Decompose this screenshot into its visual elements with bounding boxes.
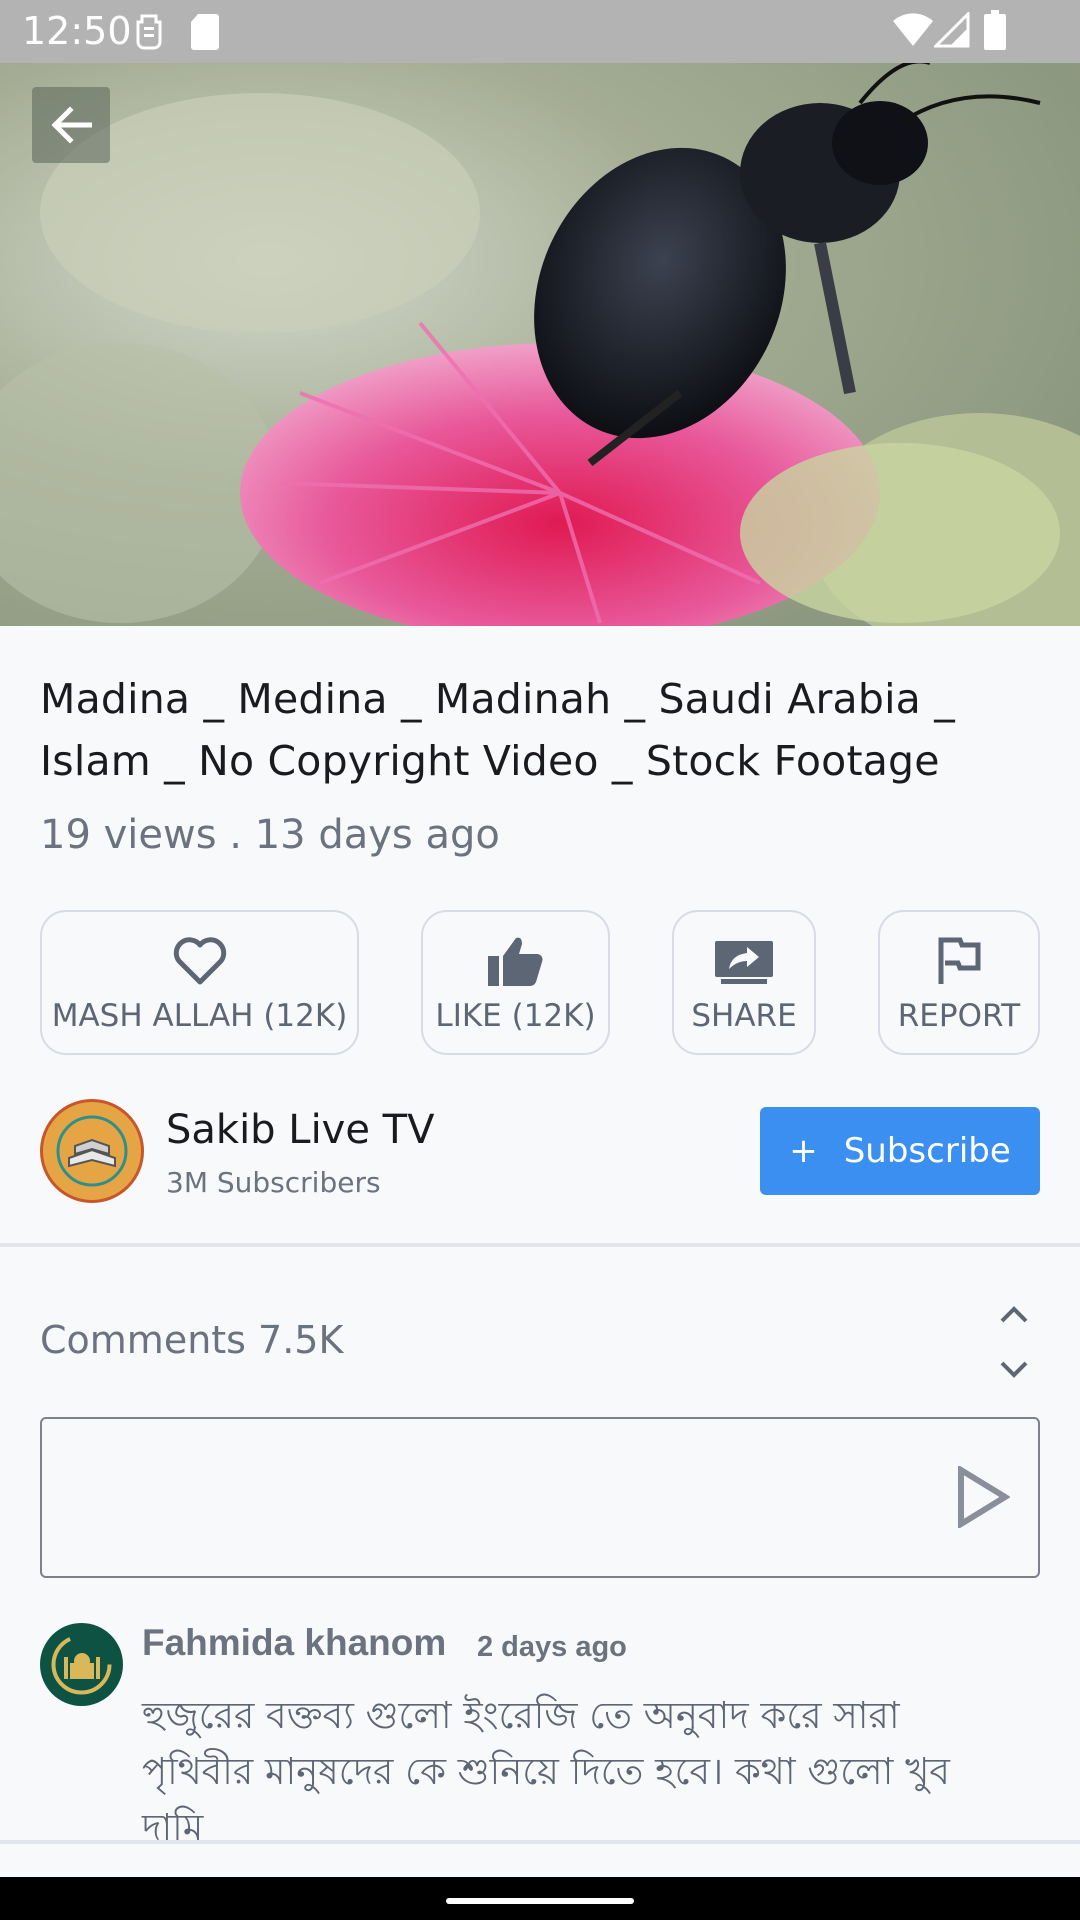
subscribe-button[interactable]: + Subscribe <box>760 1107 1040 1195</box>
mash-allah-button[interactable]: MASH ALLAH (12K) <box>40 910 359 1055</box>
send-icon <box>958 1464 1011 1530</box>
status-time: 12:50 <box>22 9 132 53</box>
arrow-left-icon <box>51 106 92 144</box>
report-label: REPORT <box>897 998 1021 1034</box>
like-label: LIKE (12K) <box>435 998 596 1034</box>
share-button[interactable]: SHARE <box>672 910 816 1055</box>
chevron-down-icon[interactable] <box>996 1354 1032 1384</box>
comment-input[interactable] <box>40 1417 1040 1578</box>
like-button[interactable]: LIKE (12K) <box>421 910 610 1055</box>
channel-subscribers: 3M Subscribers <box>166 1166 381 1199</box>
video-title: Madina _ Medina _ Madinah _ Saudi Arabia… <box>40 675 955 785</box>
comment-username[interactable]: Fahmida khanom <box>142 1622 446 1664</box>
video-meta: 19 views . 13 days ago <box>40 812 500 858</box>
sim-settings-icon <box>136 14 162 50</box>
section-divider <box>0 1243 1080 1247</box>
video-player[interactable] <box>0 63 1080 626</box>
video-thumbnail-image <box>0 63 1080 626</box>
cell-signal-icon <box>934 12 970 48</box>
flag-icon <box>938 937 981 984</box>
status-bar: 12:50 <box>0 0 1080 63</box>
heart-icon <box>173 937 226 985</box>
battery-icon <box>984 10 1006 50</box>
commenter-avatar[interactable] <box>40 1623 123 1706</box>
comments-header: Comments 7.5K <box>40 1318 344 1362</box>
share-label: SHARE <box>691 998 797 1034</box>
plus-icon: + <box>789 1131 818 1171</box>
chevron-up-icon[interactable] <box>996 1300 1032 1330</box>
wifi-icon <box>893 13 933 47</box>
send-button[interactable] <box>956 1464 1011 1530</box>
video-detail-screen: 12:50 Madina _ Medina _ Madinah _ Saudi … <box>0 0 1080 1920</box>
comment-divider <box>0 1840 1080 1844</box>
channel-avatar[interactable] <box>40 1099 144 1203</box>
back-button[interactable] <box>32 87 110 163</box>
share-icon <box>715 941 773 984</box>
report-button[interactable]: REPORT <box>878 910 1040 1055</box>
mash-allah-label: MASH ALLAH (12K) <box>51 998 348 1034</box>
thumbs-up-icon <box>487 937 542 986</box>
home-gesture-handle[interactable] <box>446 1898 634 1904</box>
mosque-icon <box>51 1634 112 1695</box>
channel-name[interactable]: Sakib Live TV <box>166 1107 434 1153</box>
subscribe-label: Subscribe <box>843 1131 1011 1171</box>
comment-text: হুজুরের বক্তব্য গুলো ইংরেজি তে অনুবাদ কর… <box>142 1694 951 1849</box>
book-logo-icon <box>56 1115 128 1187</box>
comment-timestamp: 2 days ago <box>477 1631 627 1663</box>
sd-card-icon <box>191 14 219 50</box>
